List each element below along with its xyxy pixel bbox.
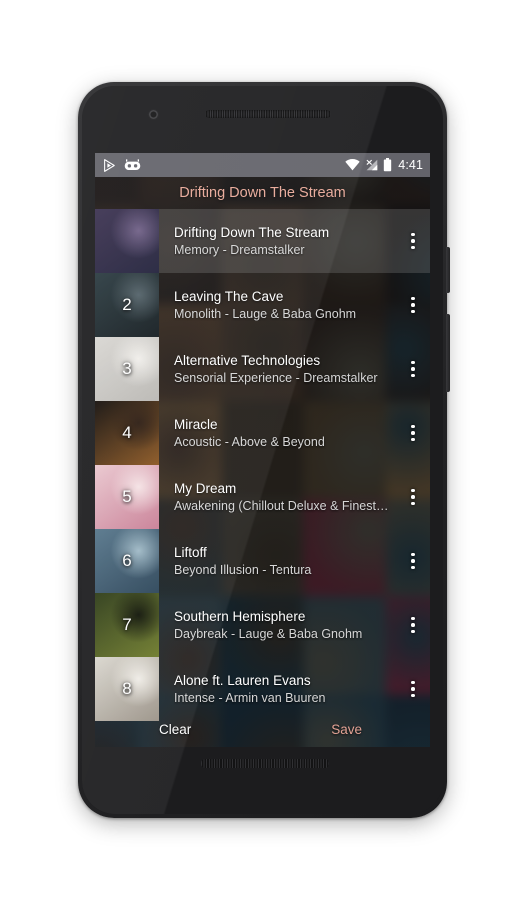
track-title: Drifting Down The Stream: [174, 225, 330, 240]
track-subtitle: Awakening (Chillout Deluxe & Finest L...: [174, 499, 390, 513]
phone-body: 4:41 Drifting Down The Stream Drifting D…: [82, 86, 443, 814]
wifi-icon: [345, 159, 360, 171]
phone-screen: 4:41 Drifting Down The Stream Drifting D…: [95, 153, 430, 747]
track-number: 3: [122, 359, 132, 378]
track-row[interactable]: Drifting Down The Stream Memory - Dreamst…: [95, 209, 430, 273]
bottom-speaker: [201, 759, 329, 768]
track-title: Leaving The Cave: [174, 289, 284, 304]
more-vert-icon: [411, 296, 415, 314]
volume-button[interactable]: [446, 314, 450, 392]
track-number: 2: [122, 295, 132, 314]
track-title: Southern Hemisphere: [174, 609, 306, 624]
front-camera-icon: [149, 110, 158, 119]
track-title: Alone ft. Lauren Evans: [174, 673, 311, 688]
track-overflow-menu-icon[interactable]: [396, 593, 430, 657]
earpiece-speaker: [205, 110, 331, 118]
cyanogenmod-icon: [124, 158, 141, 172]
track-row[interactable]: 6 Liftoff Beyond Illusion - Tentura: [95, 529, 430, 593]
album-art-image: [95, 209, 159, 273]
track-subtitle: Intense - Armin van Buuren: [174, 691, 326, 705]
queue-action-bar: Clear Save: [95, 711, 430, 747]
track-row[interactable]: 5 My Dream Awakening (Chillout Deluxe & Fi…: [95, 465, 430, 529]
track-subtitle: Daybreak - Lauge & Baba Gnohm: [174, 627, 363, 641]
album-art-thumbnail: 3: [95, 337, 159, 401]
track-number: 5: [122, 487, 132, 506]
track-overflow-menu-icon[interactable]: [396, 337, 430, 401]
power-button[interactable]: [446, 247, 450, 293]
album-art-thumbnail: 4: [95, 401, 159, 465]
track-meta: Southern Hemisphere Daybreak - Lauge & Ba…: [159, 593, 396, 657]
more-vert-icon: [411, 232, 415, 250]
status-bar: 4:41: [95, 153, 430, 177]
more-vert-icon: [411, 616, 415, 634]
play-store-icon: [102, 158, 117, 173]
track-subtitle: Sensorial Experience - Dreamstalker: [174, 371, 378, 385]
track-overflow-menu-icon[interactable]: [396, 529, 430, 593]
clear-queue-button[interactable]: Clear: [149, 718, 201, 741]
more-vert-icon: [411, 488, 415, 506]
album-art-thumbnail: 7: [95, 593, 159, 657]
track-number: 7: [122, 615, 132, 634]
track-row[interactable]: 2 Leaving The Cave Monolith - Lauge & Baba…: [95, 273, 430, 337]
track-subtitle: Beyond Illusion - Tentura: [174, 563, 312, 577]
track-number: 4: [122, 423, 132, 442]
queue-title: Drifting Down The Stream: [179, 185, 346, 201]
track-overflow-menu-icon[interactable]: [396, 273, 430, 337]
track-overflow-menu-icon[interactable]: [396, 401, 430, 465]
more-vert-icon: [411, 360, 415, 378]
album-art-thumbnail: 6: [95, 529, 159, 593]
status-bar-clock: 4:41: [398, 158, 423, 172]
battery-icon: [383, 158, 392, 172]
track-meta: My Dream Awakening (Chillout Deluxe & Fin…: [159, 465, 396, 529]
track-row[interactable]: 7 Southern Hemisphere Daybreak - Lauge & B…: [95, 593, 430, 657]
cell-signal-off-icon: [365, 159, 378, 171]
track-overflow-menu-icon[interactable]: [396, 465, 430, 529]
track-meta: Miracle Acoustic - Above & Beyond: [159, 401, 396, 465]
track-meta: Drifting Down The Stream Memory - Dreamst…: [159, 209, 396, 273]
track-meta: Leaving The Cave Monolith - Lauge & Baba …: [159, 273, 396, 337]
track-row[interactable]: 3 Alternative Technologies Sensorial Exper…: [95, 337, 430, 401]
track-row[interactable]: 4 Miracle Acoustic - Above & Beyond: [95, 401, 430, 465]
status-bar-left-icons: [102, 158, 141, 173]
more-vert-icon: [411, 680, 415, 698]
track-title: My Dream: [174, 481, 237, 496]
track-title: Liftoff: [174, 545, 207, 560]
track-number: 6: [122, 551, 132, 570]
track-title: Miracle: [174, 417, 218, 432]
track-title: Alternative Technologies: [174, 353, 321, 368]
album-art-thumbnail: 2: [95, 273, 159, 337]
track-subtitle: Acoustic - Above & Beyond: [174, 435, 325, 449]
track-meta: Liftoff Beyond Illusion - Tentura: [159, 529, 396, 593]
more-vert-icon: [411, 552, 415, 570]
status-bar-right-icons: 4:41: [345, 158, 423, 172]
album-art-thumbnail: [95, 209, 159, 273]
track-overflow-menu-icon[interactable]: [396, 209, 430, 273]
track-meta: Alternative Technologies Sensorial Experi…: [159, 337, 396, 401]
more-vert-icon: [411, 424, 415, 442]
album-art-thumbnail: 5: [95, 465, 159, 529]
track-subtitle: Memory - Dreamstalker: [174, 243, 305, 257]
play-queue-list[interactable]: Drifting Down The Stream Memory - Dreamst…: [95, 209, 430, 747]
phone-device: 4:41 Drifting Down The Stream Drifting D…: [78, 82, 450, 818]
save-queue-button[interactable]: Save: [321, 718, 372, 741]
track-subtitle: Monolith - Lauge & Baba Gnohm: [174, 307, 357, 321]
